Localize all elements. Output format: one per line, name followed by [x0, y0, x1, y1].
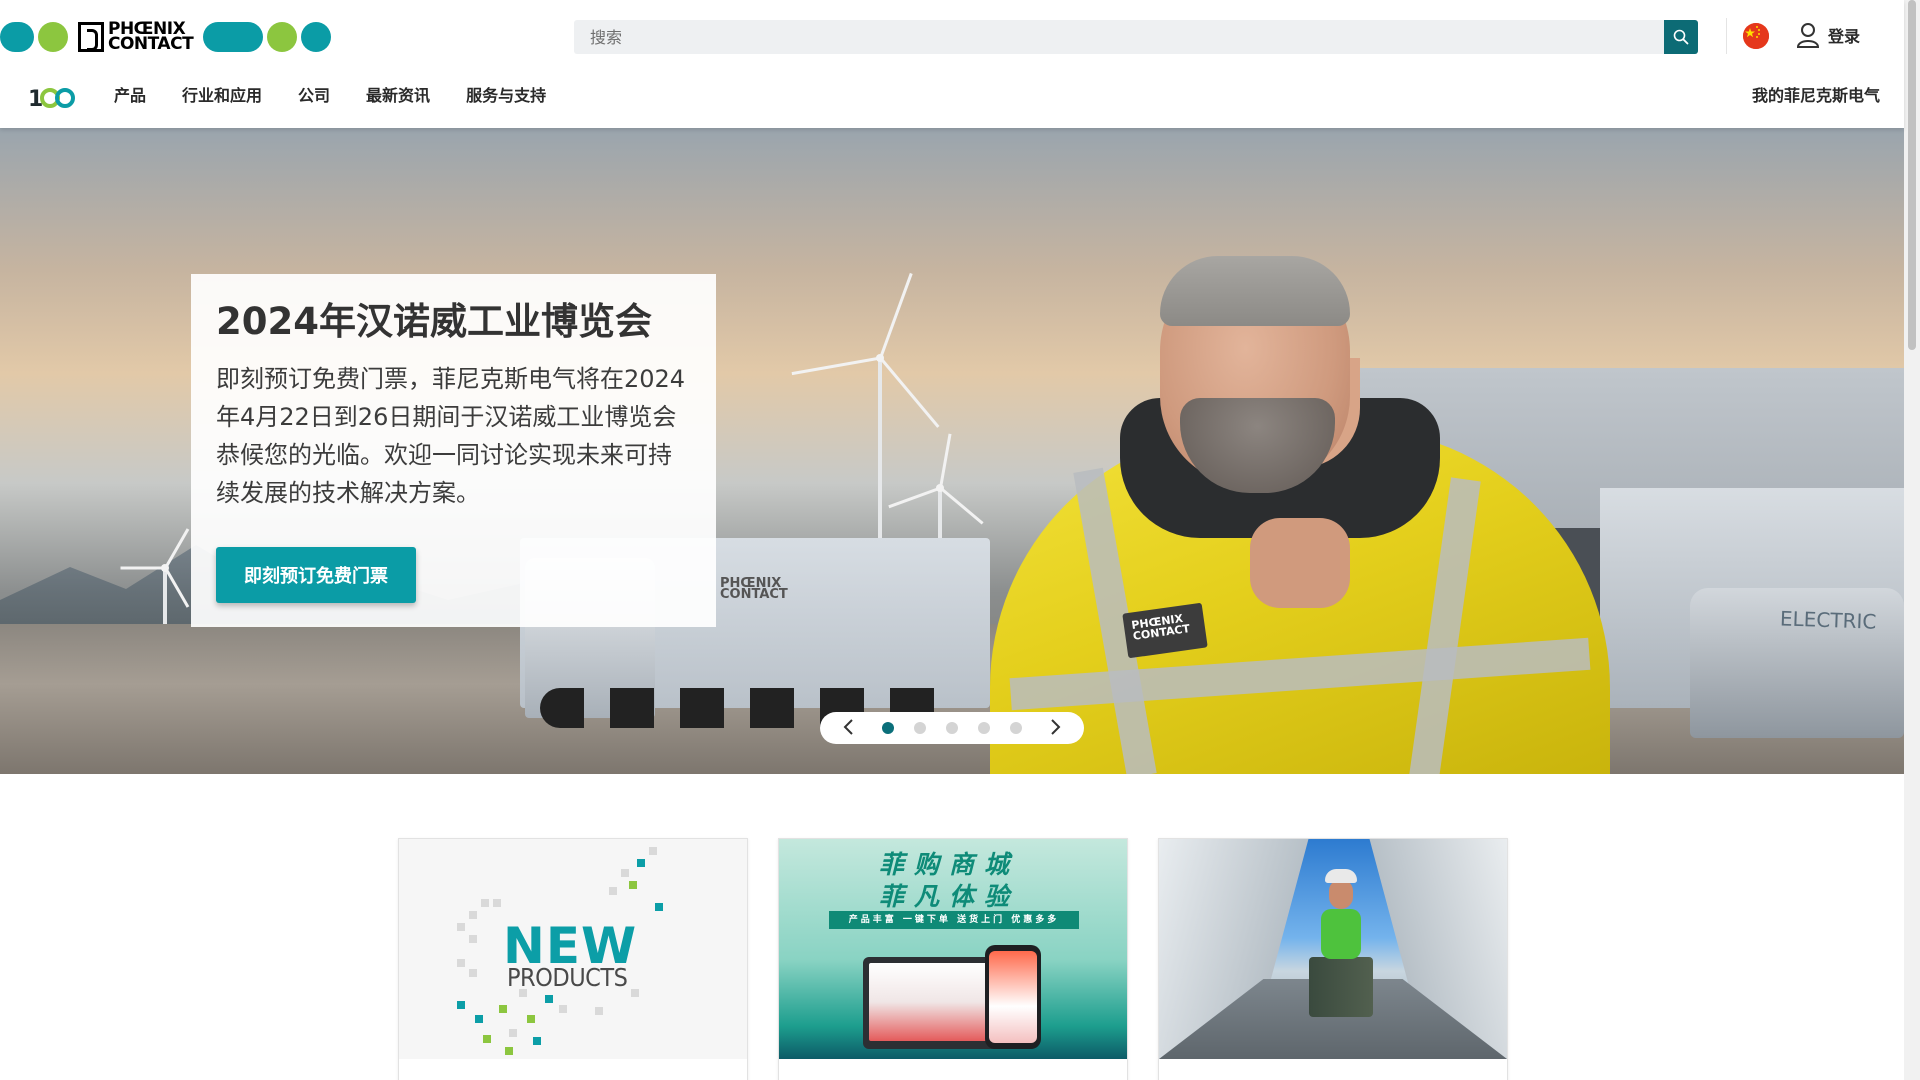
nav-item-company[interactable]: 公司 — [298, 82, 330, 106]
scrollbar-thumb[interactable] — [1908, 0, 1916, 350]
teaser-card-wind-energy[interactable] — [1158, 838, 1508, 1080]
carousel-dot-5[interactable] — [1010, 722, 1022, 734]
carousel-dot-1[interactable] — [882, 722, 894, 734]
nav-item-products[interactable]: 产品 — [114, 82, 146, 106]
chevron-left-icon — [843, 718, 853, 735]
user-icon — [1796, 23, 1820, 48]
login-label: 登录 — [1828, 27, 1861, 46]
login-button[interactable]: 登录 — [1796, 20, 1860, 50]
nav-item-news[interactable]: 最新资讯 — [366, 82, 430, 106]
logo-dot-green — [38, 22, 68, 52]
online-shop-image: 菲购商城 菲凡体验 产品丰富 一键下单 送货上门 优惠多多 — [779, 839, 1127, 1059]
man-hand — [1250, 518, 1350, 608]
phoenix-contact-logo[interactable]: PHŒNIX CONTACT — [0, 20, 332, 54]
logo-dot-green-2 — [267, 22, 298, 52]
my-phoenix-contact-link[interactable]: 我的菲尼克斯电气 — [1752, 82, 1880, 106]
anniversary-100-logo[interactable]: 1 — [28, 82, 78, 110]
teaser-card-new-products[interactable]: NEW PRODUCTS — [398, 838, 748, 1080]
truck-logo: PHŒNIX CONTACT — [720, 576, 788, 602]
logo-dot-teal — [0, 22, 34, 52]
search-button[interactable] — [1664, 20, 1698, 54]
main-nav: 产品 行业和应用 公司 最新资讯 服务与支持 — [114, 82, 582, 106]
carousel-prev-button[interactable] — [840, 718, 856, 739]
logo-text-line2: CONTACT — [108, 34, 194, 54]
logo-dot-teal-long — [203, 22, 264, 52]
hero-text-card: 2024年汉诺威工业博览会 即刻预订免费门票，菲尼克斯电气将在2024年4月22… — [191, 274, 716, 627]
chevron-right-icon — [1051, 718, 1061, 735]
shop-banner: 产品丰富 一键下单 送货上门 优惠多多 — [829, 911, 1079, 929]
carousel-dot-4[interactable] — [978, 722, 990, 734]
nav-item-industries[interactable]: 行业和应用 — [182, 82, 262, 106]
book-free-ticket-button[interactable]: 即刻预订免费门票 — [216, 547, 416, 603]
hero-description: 即刻预订免费门票，菲尼克斯电气将在2024年4月22日到26日期间于汉诺威工业博… — [216, 365, 686, 507]
wind-technician-image — [1159, 839, 1507, 1059]
page-scrollbar[interactable] — [1904, 0, 1920, 1080]
teaser-card-online-shop[interactable]: 菲购商城 菲凡体验 产品丰富 一键下单 送货上门 优惠多多 — [778, 838, 1128, 1080]
carousel-indicators — [882, 722, 1022, 734]
new-products-image: NEW PRODUCTS — [399, 839, 747, 1059]
truck-electric-label: ELECTRIC — [1779, 606, 1877, 634]
hero-title: 2024年汉诺威工业博览会 — [216, 300, 652, 343]
shop-title-line2: 菲凡体验 — [879, 882, 1020, 911]
search-input[interactable] — [574, 20, 1664, 54]
carousel-controls — [820, 712, 1084, 744]
logo-dot-teal-2 — [301, 22, 332, 52]
search-icon — [1673, 29, 1689, 45]
nav-item-service[interactable]: 服务与支持 — [466, 82, 546, 106]
search-bar — [574, 20, 1698, 54]
carousel-next-button[interactable] — [1048, 718, 1064, 739]
site-header: PHŒNIX CONTACT 搜索 登录 1 产品 行业和应用 公司 最新资讯 … — [0, 0, 1904, 128]
logo-mark-icon — [78, 22, 104, 52]
header-divider — [1726, 18, 1727, 54]
carousel-dot-2[interactable] — [914, 722, 926, 734]
carousel-dot-3[interactable] — [946, 722, 958, 734]
new-products-subtitle: PRODUCTS — [507, 963, 628, 992]
shop-title-line1: 菲购商城 — [879, 850, 1020, 879]
logo-wordmark: PHŒNIX CONTACT — [78, 20, 194, 54]
china-flag-icon[interactable] — [1743, 23, 1769, 49]
